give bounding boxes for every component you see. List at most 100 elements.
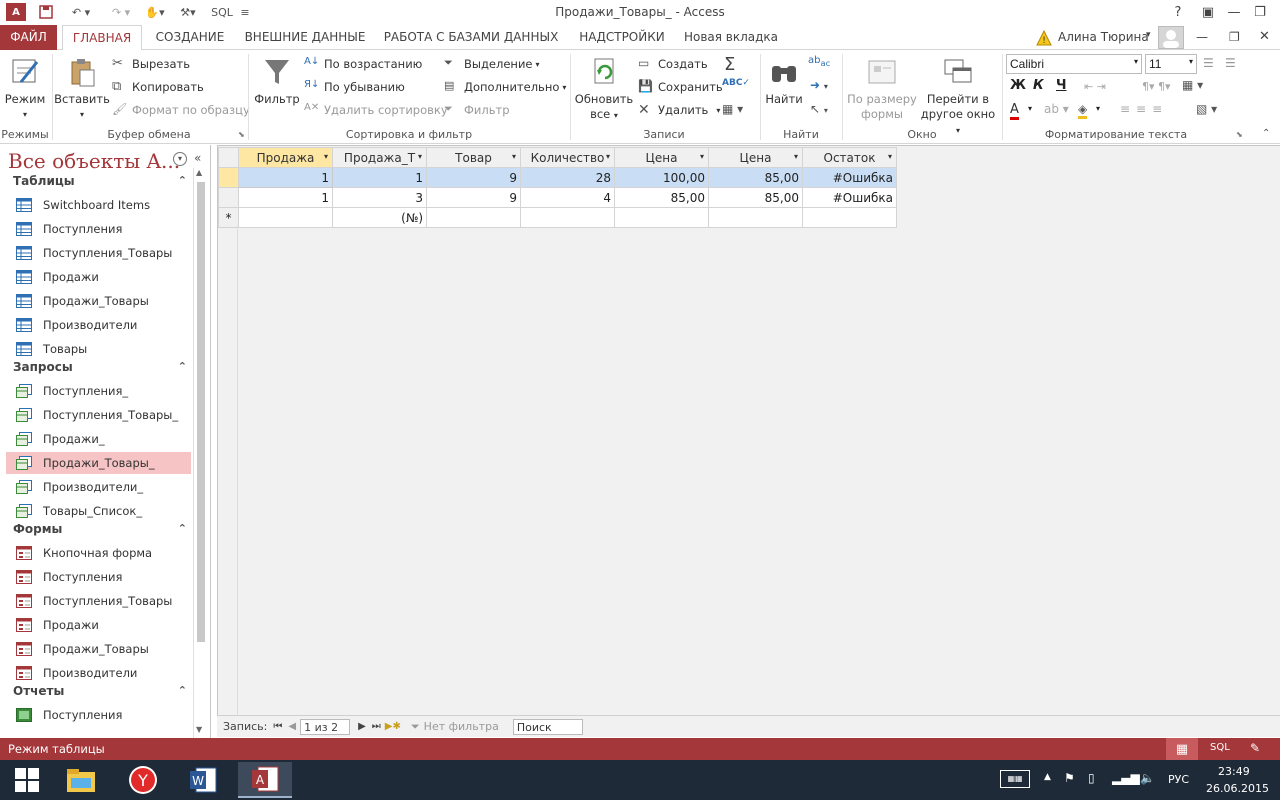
nav-item[interactable]: Производители [6, 662, 191, 684]
keyboard-icon[interactable]: ▦▦ [1000, 770, 1030, 788]
nav-section-header[interactable]: Формы ⌃ [13, 522, 193, 542]
new-record-row[interactable]: * (№) [218, 207, 897, 228]
indent-icons[interactable]: ⇤ ⇥ [1084, 80, 1106, 93]
goto-icon[interactable]: ➜ ▾ [810, 78, 828, 92]
table-cell[interactable]: 3 [332, 187, 427, 208]
col-header-ostatok[interactable]: Остаток ▾ [802, 147, 897, 168]
sort-dropdown-icon[interactable]: ▾ [700, 152, 704, 161]
volume-icon[interactable]: 🔈 [1140, 771, 1155, 785]
new-record-nav-icon[interactable]: ▶✱ [385, 721, 401, 732]
nav-item[interactable]: Производители_ [6, 476, 191, 498]
action-center-icon[interactable]: ⚑ [1064, 771, 1075, 785]
spelling-icon[interactable]: ABC✓ [722, 78, 750, 88]
access-taskbar-icon[interactable]: A [238, 762, 292, 798]
design-view-icon[interactable]: ✎ [1250, 741, 1260, 755]
collapse-chevron-icon[interactable]: ⌃ [178, 174, 187, 187]
tab-new[interactable]: Новая вкладка [682, 25, 780, 50]
clock-date[interactable]: 26.06.2015 [1206, 782, 1269, 795]
select-icon[interactable]: ↖ ▾ [810, 102, 828, 116]
language-indicator[interactable]: РУС [1168, 773, 1189, 786]
sort-dropdown-icon[interactable]: ▾ [606, 152, 610, 161]
restore-button[interactable]: ❐ [1248, 2, 1272, 22]
scroll-up-icon[interactable]: ▲ [196, 168, 202, 177]
nav-item[interactable]: Производители [6, 314, 191, 336]
nav-collapse-icon[interactable]: « [194, 151, 201, 165]
minimize-button[interactable]: — [1222, 2, 1246, 22]
first-record-icon[interactable]: ⏮ [273, 721, 282, 732]
table-cell[interactable]: 85,00 [708, 187, 803, 208]
nav-item[interactable]: Товары [6, 338, 191, 360]
table-cell[interactable] [520, 207, 615, 228]
replace-icon[interactable]: abac [808, 55, 830, 68]
table-cell[interactable] [426, 207, 521, 228]
prev-record-icon[interactable]: ◀ [288, 721, 296, 732]
sort-dropdown-icon[interactable]: ▾ [512, 152, 516, 161]
explorer-taskbar-icon[interactable] [54, 762, 108, 798]
nav-item[interactable]: Поступления_Товары_ [6, 404, 191, 426]
doc-minimize-button[interactable]: — [1196, 30, 1208, 44]
table-cell[interactable]: 100,00 [614, 167, 709, 188]
new-row-autonumber[interactable]: (№) [332, 207, 427, 228]
table-cell[interactable]: 1 [238, 187, 333, 208]
table-cell[interactable]: 28 [520, 167, 615, 188]
filter-status[interactable]: Нет фильтра [424, 720, 499, 733]
row-selector[interactable] [218, 187, 239, 208]
find-button[interactable]: Найти [764, 56, 804, 107]
nav-item[interactable]: Товары_Список_ [6, 500, 191, 522]
collapse-ribbon-icon[interactable]: ⌃ [1262, 128, 1270, 139]
sort-dropdown-icon[interactable]: ▾ [324, 152, 328, 161]
yandex-browser-taskbar-icon[interactable]: Y [116, 762, 170, 798]
bold-button[interactable]: Ж [1010, 78, 1026, 93]
collapse-chevron-icon[interactable]: ⌃ [178, 360, 187, 373]
refresh-all-button[interactable]: Обновить все ▾ [574, 56, 634, 123]
scroll-down-icon[interactable]: ▼ [196, 725, 202, 734]
text-dialog-launcher-icon[interactable]: ⬊ [1236, 130, 1243, 139]
advanced-button[interactable]: ▤ Дополнительно ▾ [444, 77, 566, 97]
more-records-icon[interactable]: ▦ ▾ [722, 102, 743, 116]
cut-button[interactable]: ✂ Вырезать [112, 54, 190, 74]
last-record-icon[interactable]: ⏭ [372, 721, 381, 732]
numbering-icon[interactable]: ☰ [1225, 56, 1236, 70]
table-cell[interactable]: 4 [520, 187, 615, 208]
selection-button[interactable]: ⏷ Выделение ▾ [444, 54, 540, 74]
table-cell[interactable]: 1 [238, 167, 333, 188]
table-cell[interactable]: #Ошибка [802, 167, 897, 188]
col-header-prodazha[interactable]: Продажа ▾ [238, 147, 333, 168]
nav-item[interactable]: Продажи_ [6, 428, 191, 450]
user-dropdown-icon[interactable]: ▾ [1146, 30, 1151, 40]
tab-file[interactable]: ФАЙЛ [0, 25, 57, 50]
row-selector[interactable] [218, 167, 239, 188]
nav-item[interactable]: Продажи_Товары [6, 290, 191, 312]
nav-section-header[interactable]: Отчеты ⌃ [13, 684, 193, 704]
view-button[interactable]: Режим ▾ [2, 56, 48, 122]
dialog-launcher-icon[interactable]: ⬊ [238, 130, 245, 139]
help-button[interactable]: ? [1166, 2, 1190, 22]
highlight-icon[interactable]: ab ▾ [1044, 102, 1069, 116]
nav-item[interactable]: Продажи [6, 614, 191, 636]
nav-item[interactable]: Продажи [6, 266, 191, 288]
scroll-thumb[interactable] [197, 182, 205, 642]
table-cell[interactable] [614, 207, 709, 228]
tab-database-tools[interactable]: РАБОТА С БАЗАМИ ДАННЫХ [380, 25, 562, 50]
nav-item[interactable]: Продажи_Товары [6, 638, 191, 660]
collapse-chevron-icon[interactable]: ⌃ [178, 522, 187, 535]
sql-view-button[interactable]: SQL [1210, 742, 1230, 753]
format-painter-button[interactable]: 🖌 Формат по образцу [112, 100, 250, 120]
sort-desc-button[interactable]: Я↓ По убыванию [304, 77, 405, 97]
new-row-marker[interactable]: * [218, 207, 239, 228]
nav-section-header[interactable]: Таблицы ⌃ [13, 174, 193, 194]
font-family-select[interactable]: Calibri ▾ [1006, 54, 1142, 74]
search-input[interactable]: Поиск [512, 718, 583, 735]
alt-row-color-icon[interactable]: ▧ ▾ [1196, 102, 1217, 116]
doc-close-button[interactable]: ✕ [1259, 29, 1270, 44]
sort-dropdown-icon[interactable]: ▾ [794, 152, 798, 161]
table-cell[interactable]: 85,00 [708, 167, 803, 188]
italic-button[interactable]: К [1033, 78, 1044, 93]
delete-record-button[interactable]: ✕ Удалить ▾ [638, 100, 720, 120]
table-row[interactable]: 1 1 9 28 100,00 85,00 #Ошибка [218, 167, 897, 188]
datasheet-view-icon[interactable]: ▦ [1166, 738, 1198, 760]
col-header-cena-1[interactable]: Цена ▾ [614, 147, 709, 168]
tab-addins[interactable]: НАДСТРОЙКИ [572, 25, 672, 50]
avatar[interactable] [1158, 26, 1184, 49]
totals-sigma-icon[interactable]: Σ [724, 54, 735, 75]
